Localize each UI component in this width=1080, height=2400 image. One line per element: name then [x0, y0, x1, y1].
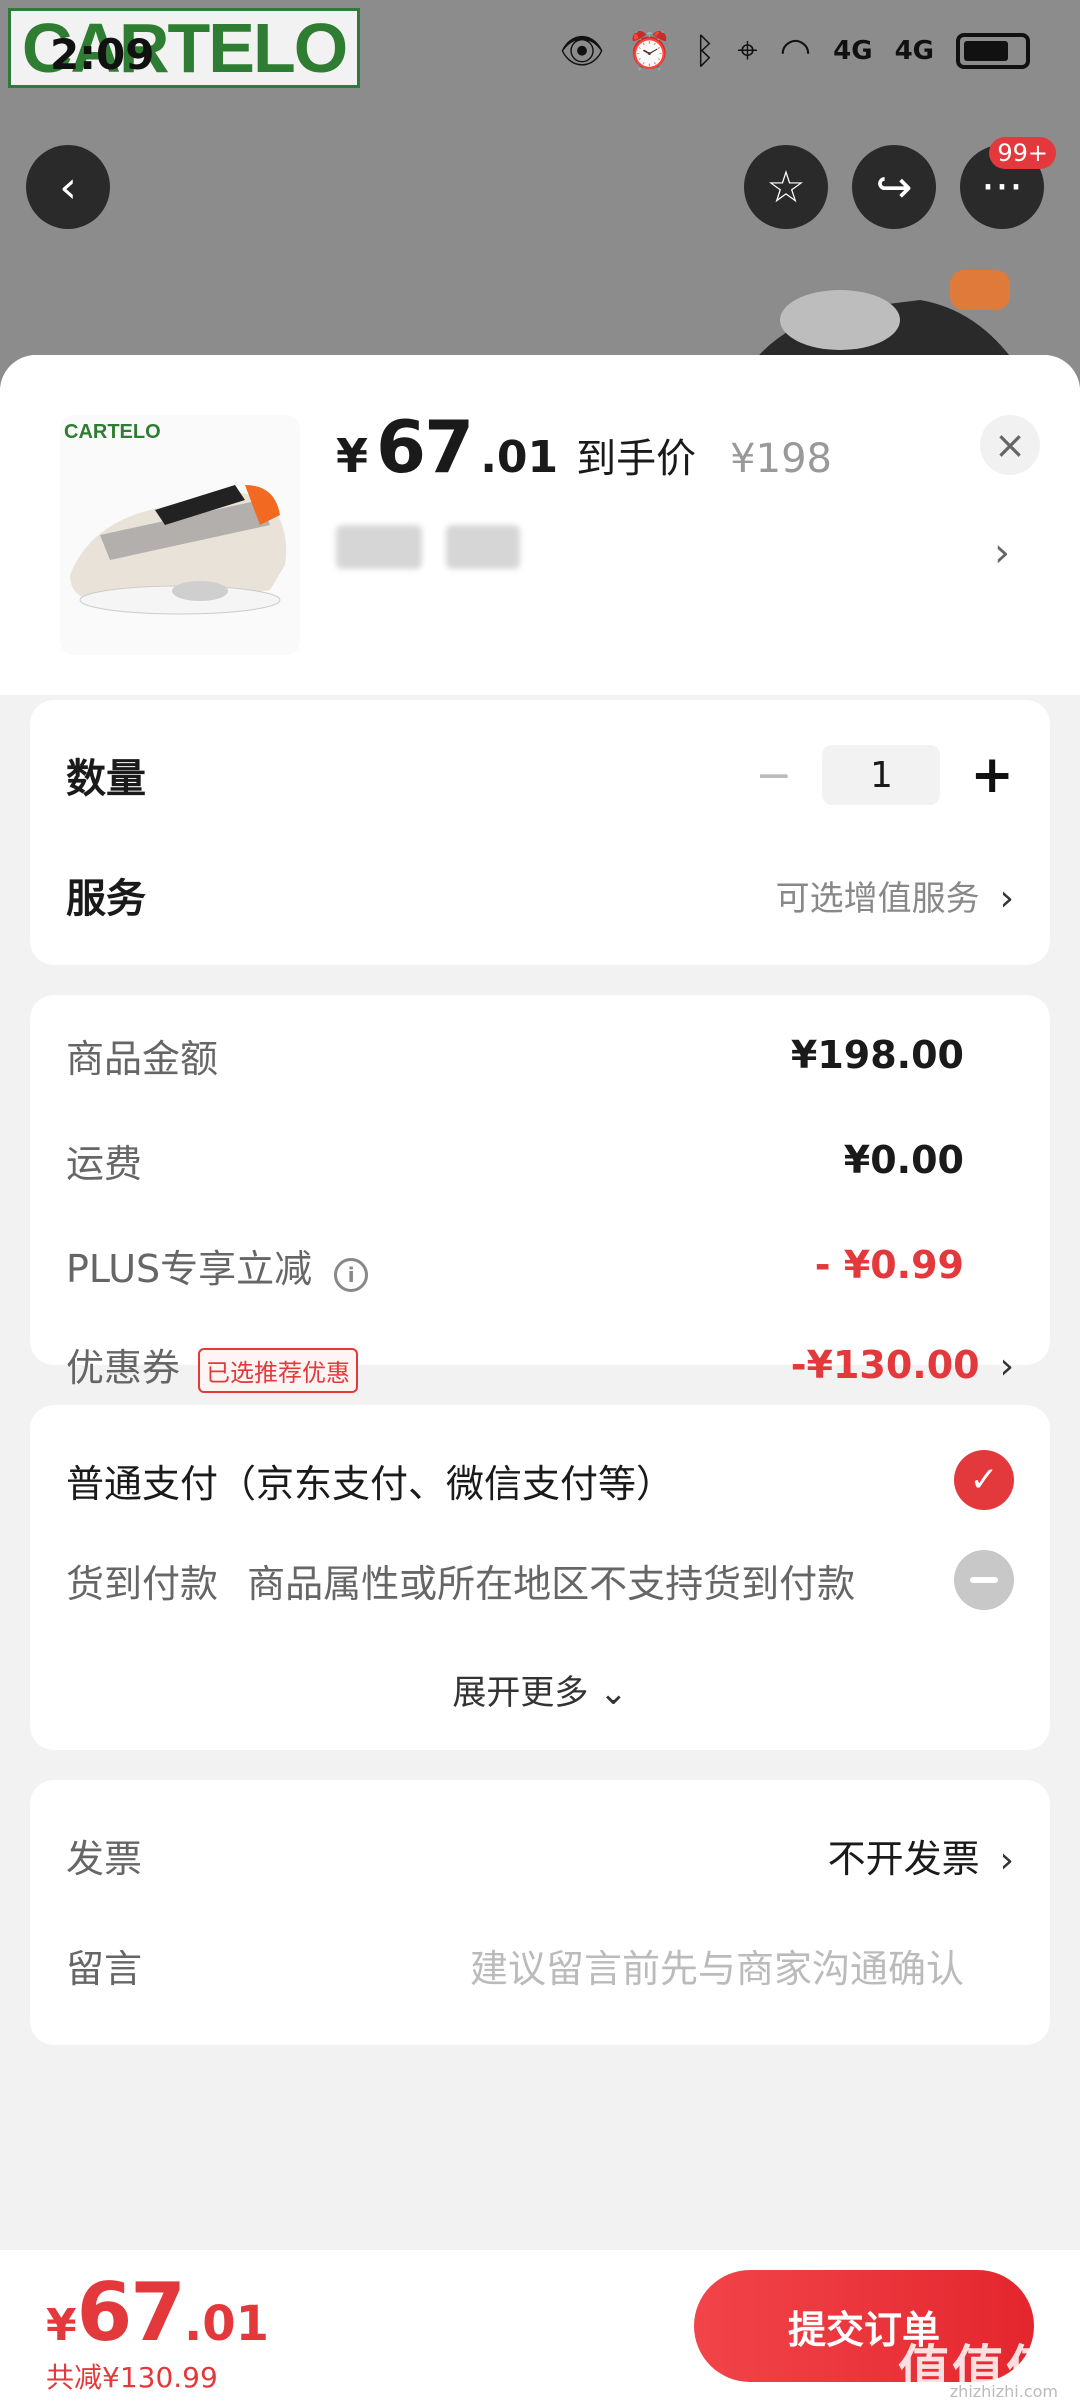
chevron-right-icon: ›	[999, 877, 1014, 919]
service-value-group: 可选增值服务 ›	[776, 871, 1014, 920]
chevron-right-icon[interactable]: ›	[994, 530, 1010, 576]
plus-discount-label: PLUS专享立减	[66, 1246, 313, 1291]
increase-button[interactable]: +	[970, 745, 1014, 805]
checkout-bar: ¥ 67.01 共减¥130.99 提交订单 值值值 zhizhizhi.com	[0, 2250, 1080, 2400]
options-card: 数量 − 1 + 服务 可选增值服务 ›	[30, 700, 1050, 965]
payment-cod-row: 货到付款 商品属性或所在地区不支持货到付款	[66, 1545, 1014, 1615]
signal-icon-2: 4G	[894, 36, 934, 66]
shipping-row: 运费 ¥0.00	[66, 1130, 1014, 1190]
quantity-row: 数量 − 1 +	[66, 740, 1014, 810]
invoice-label: 发票	[66, 1836, 143, 1881]
status-bar: 2:09 👁 ⏰ ᛒ ⌖ ◠ 4G 4G	[0, 0, 1080, 110]
chevron-right-icon: ›	[999, 1839, 1014, 1881]
service-label: 服务	[66, 876, 146, 922]
watermark-url: zhizhizhi.com	[949, 2382, 1058, 2400]
message-row[interactable]: 留言 建议留言前先与商家沟通确认	[66, 1930, 1014, 2000]
message-label: 留言	[66, 1946, 143, 1991]
payment-normal-row[interactable]: 普通支付（京东支付、微信支付等） ✓	[66, 1445, 1014, 1515]
payment-cod-label: 货到付款	[66, 1561, 219, 1606]
total-integer: 67	[76, 2266, 186, 2359]
original-price: ¥198	[730, 436, 832, 482]
back-button[interactable]: ‹	[26, 145, 110, 229]
eye-icon: 👁	[559, 31, 605, 72]
service-value: 可选增值服务	[775, 878, 980, 919]
close-icon: ×	[994, 423, 1026, 467]
disabled-icon	[954, 1550, 1014, 1610]
alarm-icon: ⏰	[626, 31, 672, 72]
invoice-value: 不开发票	[827, 1836, 980, 1881]
goods-amount-row: 商品金额 ¥198.00	[66, 1025, 1014, 1085]
status-icons: 👁 ⏰ ᛒ ⌖ ◠ 4G 4G	[559, 30, 1030, 72]
goods-amount-value: ¥198.00	[790, 1033, 964, 1077]
spec-blur-1	[336, 525, 422, 569]
order-confirm-sheet: CARTELO ¥ 67.01 到手价 ¥198 × › 数量 − 1 + 服务…	[0, 355, 1080, 2400]
bluetooth-icon: ᛒ	[693, 30, 716, 72]
location-icon: ⌖	[737, 30, 758, 71]
total-saved: 共减¥130.99	[46, 2361, 218, 2394]
shipping-label: 运费	[66, 1141, 143, 1186]
price-decimal: .01	[480, 432, 559, 483]
selected-spec-blurred[interactable]	[336, 525, 520, 569]
invoice-value-group: 不开发票 ›	[828, 1828, 1014, 1883]
spec-blur-2	[446, 525, 520, 569]
invoice-row[interactable]: 发票 不开发票 ›	[66, 1820, 1014, 1890]
coupon-value: -¥130.00	[790, 1343, 980, 1387]
coupon-label-group: 优惠券 已选推荐优惠	[66, 1337, 359, 1393]
close-button[interactable]: ×	[980, 415, 1040, 475]
quantity-value[interactable]: 1	[822, 745, 941, 805]
notification-badge: 99+	[989, 137, 1056, 169]
checked-icon[interactable]: ✓	[954, 1450, 1014, 1510]
shipping-value: ¥0.00	[843, 1138, 964, 1182]
chevron-down-icon: ⌄	[599, 1673, 628, 1713]
coupon-tag: 已选推荐优惠	[198, 1348, 359, 1393]
coupon-value-group: -¥130.00 ›	[791, 1343, 1014, 1387]
favorite-button[interactable]: ☆	[744, 145, 828, 229]
back-arrow-icon: ‹	[59, 161, 77, 213]
more-button[interactable]: ··· 99+	[960, 137, 1056, 229]
decrease-button[interactable]: −	[756, 750, 793, 801]
sneaker-image	[70, 485, 287, 615]
amount-card: 商品金额 ¥198.00 运费 ¥0.00 PLUS专享立减 i - ¥0.99 …	[30, 995, 1050, 1393]
signal-icon-1: 4G	[833, 36, 873, 66]
plus-discount-value: - ¥0.99	[814, 1243, 964, 1287]
expand-more-label: 展开更多	[452, 1673, 589, 1713]
payment-normal-label: 普通支付（京东支付、微信支付等）	[66, 1461, 675, 1506]
share-icon: ↪	[875, 161, 913, 213]
quantity-label: 数量	[66, 756, 146, 802]
product-thumbnail: CARTELO	[60, 415, 300, 655]
product-summary: CARTELO ¥ 67.01 到手价 ¥198 × ›	[0, 355, 1080, 695]
more-icon: ···	[981, 161, 1023, 213]
wifi-icon: ◠	[779, 30, 812, 72]
info-icon[interactable]: i	[334, 1257, 369, 1292]
status-time: 2:09	[50, 30, 155, 79]
total-price: ¥ 67.01	[46, 2266, 269, 2359]
price-integer: 67	[376, 405, 474, 489]
thumb-brand-logo: CARTELO	[64, 421, 161, 443]
service-row[interactable]: 服务 可选增值服务 ›	[66, 860, 1014, 930]
payment-cod-label-group: 货到付款 商品属性或所在地区不支持货到付款	[66, 1553, 855, 1608]
expand-more-payment[interactable]: 展开更多 ⌄	[30, 1665, 1050, 1714]
payment-cod-note: 商品属性或所在地区不支持货到付款	[247, 1561, 856, 1606]
star-icon: ☆	[766, 161, 806, 213]
chevron-right-icon: ›	[999, 1346, 1014, 1387]
total-decimal: .01	[183, 2296, 269, 2352]
final-price-label: 到手价	[576, 436, 697, 482]
payment-card: 普通支付（京东支付、微信支付等） ✓ 货到付款 商品属性或所在地区不支持货到付款…	[30, 1405, 1050, 1750]
plus-discount-row: PLUS专享立减 i - ¥0.99	[66, 1235, 1014, 1295]
coupon-label: 优惠券	[66, 1346, 181, 1390]
share-button[interactable]: ↪	[852, 145, 936, 229]
coupon-row[interactable]: 优惠券 已选推荐优惠 -¥130.00 ›	[66, 1335, 1014, 1395]
quantity-stepper: − 1 +	[756, 745, 1014, 805]
message-input[interactable]: 建议留言前先与商家沟通确认	[470, 1938, 964, 1993]
goods-amount-label: 商品金额	[66, 1036, 219, 1081]
total-symbol: ¥	[46, 2300, 77, 2351]
battery-icon	[956, 33, 1030, 69]
price-row: ¥ 67.01 到手价 ¥198	[336, 405, 832, 489]
plus-discount-label-group: PLUS专享立减 i	[66, 1238, 369, 1293]
extras-card: 发票 不开发票 › 留言 建议留言前先与商家沟通确认	[30, 1780, 1050, 2045]
price-symbol: ¥	[336, 429, 369, 483]
